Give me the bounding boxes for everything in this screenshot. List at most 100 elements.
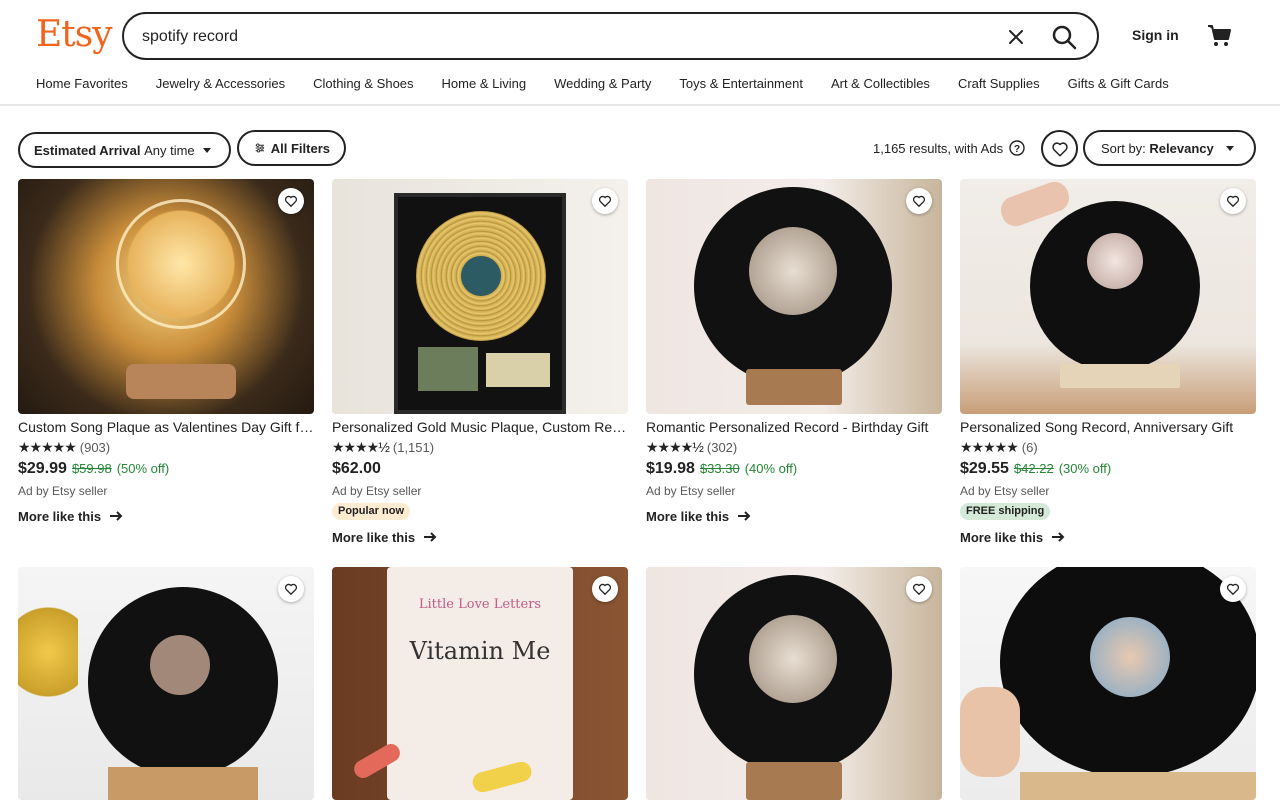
cart-icon[interactable] bbox=[1206, 22, 1232, 48]
listing-image[interactable] bbox=[18, 567, 314, 800]
all-filters-label: All Filters bbox=[270, 140, 330, 156]
listing-image[interactable] bbox=[332, 179, 628, 414]
filter-sliders-icon bbox=[255, 143, 265, 153]
review-count: (1,151) bbox=[392, 439, 435, 455]
heart-icon bbox=[598, 583, 612, 596]
chevron-down-icon bbox=[1225, 145, 1234, 151]
wood-base bbox=[1020, 772, 1256, 800]
favorite-button[interactable] bbox=[1220, 576, 1246, 602]
listing-card[interactable] bbox=[960, 567, 1256, 800]
arrow-right-icon bbox=[110, 511, 123, 521]
listing-card[interactable]: Romantic Personalized Record - Birthday … bbox=[646, 179, 942, 524]
sign-in-link[interactable]: Sign in bbox=[1132, 27, 1179, 43]
more-like-this-link[interactable]: More like this bbox=[332, 529, 628, 545]
plaque-graphic bbox=[116, 199, 246, 329]
original-price: $42.22 bbox=[1013, 461, 1054, 476]
vinyl-record bbox=[694, 187, 892, 385]
help-icon[interactable]: ? bbox=[1009, 140, 1025, 156]
heart-icon bbox=[284, 195, 298, 208]
price-row: $19.98 $33.30 (40% off) bbox=[646, 460, 942, 480]
ad-label: Ad by Etsy seller bbox=[960, 484, 1050, 498]
wood-base bbox=[126, 364, 236, 399]
wood-base bbox=[746, 762, 842, 800]
category-nav: Home Favorites Jewelry & Accessories Clo… bbox=[36, 76, 1197, 94]
favorite-button[interactable] bbox=[906, 576, 932, 602]
favorite-button[interactable] bbox=[1220, 188, 1246, 214]
favorite-button[interactable] bbox=[592, 188, 618, 214]
nav-clothing[interactable]: Clothing & Shoes bbox=[313, 76, 413, 94]
search-bar[interactable] bbox=[122, 12, 1099, 60]
star-rating-icon: ★★★★½ bbox=[332, 438, 390, 455]
vinyl-record bbox=[1000, 567, 1256, 777]
sale-price: $29.55 bbox=[960, 460, 1009, 477]
listing-title[interactable]: Romantic Personalized Record - Birthday … bbox=[646, 419, 942, 437]
listing-title[interactable]: Personalized Song Record, Anniversary Gi… bbox=[960, 419, 1256, 437]
sale-price: $29.99 bbox=[18, 460, 67, 477]
nav-home-favorites[interactable]: Home Favorites bbox=[36, 76, 128, 94]
listing-card[interactable]: Little Love Letters Vitamin Me bbox=[332, 567, 628, 800]
save-search-button[interactable] bbox=[1041, 130, 1078, 167]
wood-base bbox=[108, 767, 258, 800]
listing-image[interactable] bbox=[646, 567, 942, 800]
flowers-graphic bbox=[18, 597, 78, 707]
header-divider bbox=[0, 104, 1280, 106]
listing-image[interactable] bbox=[960, 567, 1256, 800]
listing-card[interactable]: Custom Song Plaque as Valentines Day Gif… bbox=[18, 179, 314, 524]
nav-craft[interactable]: Craft Supplies bbox=[958, 76, 1040, 94]
free-shipping-badge: FREE shipping bbox=[960, 503, 1051, 520]
listing-card[interactable]: Personalized Gold Music Plaque, Custom R… bbox=[332, 179, 628, 545]
estimated-arrival-filter[interactable]: Estimated Arrival Any time bbox=[18, 132, 231, 168]
ad-label: Ad by Etsy seller bbox=[646, 484, 736, 498]
listing-title[interactable]: Custom Song Plaque as Valentines Day Gif… bbox=[18, 419, 314, 437]
star-rating-icon: ★★★★★ bbox=[18, 438, 77, 455]
star-rating-icon: ★★★★★ bbox=[960, 438, 1019, 455]
vinyl-record bbox=[694, 575, 892, 773]
label-script-text: Little Love Letters bbox=[418, 597, 542, 612]
favorite-button[interactable] bbox=[278, 188, 304, 214]
more-label: More like this bbox=[960, 529, 1044, 545]
more-like-this-link[interactable]: More like this bbox=[960, 529, 1256, 545]
favorite-button[interactable] bbox=[278, 576, 304, 602]
clear-icon[interactable] bbox=[1004, 25, 1028, 49]
listing-rating: ★★★★★ (903) bbox=[18, 439, 314, 455]
listing-rating: ★★★★★ (6) bbox=[960, 439, 1256, 455]
search-icon[interactable] bbox=[1050, 23, 1078, 51]
listing-image[interactable]: Little Love Letters Vitamin Me bbox=[332, 567, 628, 800]
more-like-this-link[interactable]: More like this bbox=[18, 508, 314, 524]
nav-gifts[interactable]: Gifts & Gift Cards bbox=[1068, 76, 1169, 94]
star-rating-icon: ★★★★½ bbox=[646, 438, 704, 455]
more-label: More like this bbox=[646, 508, 730, 524]
vinyl-record bbox=[1030, 201, 1200, 371]
favorite-button[interactable] bbox=[592, 576, 618, 602]
listing-image[interactable] bbox=[960, 179, 1256, 414]
listing-card[interactable] bbox=[646, 567, 942, 800]
listing-title[interactable]: Personalized Gold Music Plaque, Custom R… bbox=[332, 419, 628, 437]
results-count: 1,165 results, with Ads ? bbox=[873, 140, 1025, 156]
nav-art[interactable]: Art & Collectibles bbox=[831, 76, 930, 94]
sale-price: $19.98 bbox=[646, 460, 695, 477]
listing-image[interactable] bbox=[18, 179, 314, 414]
favorite-button[interactable] bbox=[906, 188, 932, 214]
heart-icon bbox=[1226, 583, 1240, 596]
wood-base bbox=[1060, 364, 1180, 388]
listing-rating: ★★★★½ (1,151) bbox=[332, 439, 628, 455]
arrow-right-icon bbox=[738, 511, 751, 521]
listing-card[interactable]: Personalized Song Record, Anniversary Gi… bbox=[960, 179, 1256, 545]
discount: (30% off) bbox=[1058, 461, 1112, 476]
original-price: $59.98 bbox=[71, 461, 112, 476]
nav-toys[interactable]: Toys & Entertainment bbox=[679, 76, 803, 94]
etsy-logo[interactable]: Etsy bbox=[36, 14, 113, 55]
sort-dropdown[interactable]: Sort by: Relevancy bbox=[1083, 130, 1256, 166]
all-filters-button[interactable]: All Filters bbox=[237, 130, 346, 166]
arrival-label: Estimated Arrival bbox=[34, 142, 141, 158]
ad-label: Ad by Etsy seller bbox=[332, 484, 422, 498]
nav-home-living[interactable]: Home & Living bbox=[442, 76, 527, 94]
ad-label: Ad by Etsy seller bbox=[18, 484, 108, 498]
frame-graphic bbox=[394, 193, 566, 414]
nav-wedding[interactable]: Wedding & Party bbox=[554, 76, 651, 94]
listing-image[interactable] bbox=[646, 179, 942, 414]
listing-card[interactable] bbox=[18, 567, 314, 800]
nav-jewelry[interactable]: Jewelry & Accessories bbox=[156, 76, 285, 94]
more-like-this-link[interactable]: More like this bbox=[646, 508, 942, 524]
search-input[interactable] bbox=[142, 24, 982, 50]
